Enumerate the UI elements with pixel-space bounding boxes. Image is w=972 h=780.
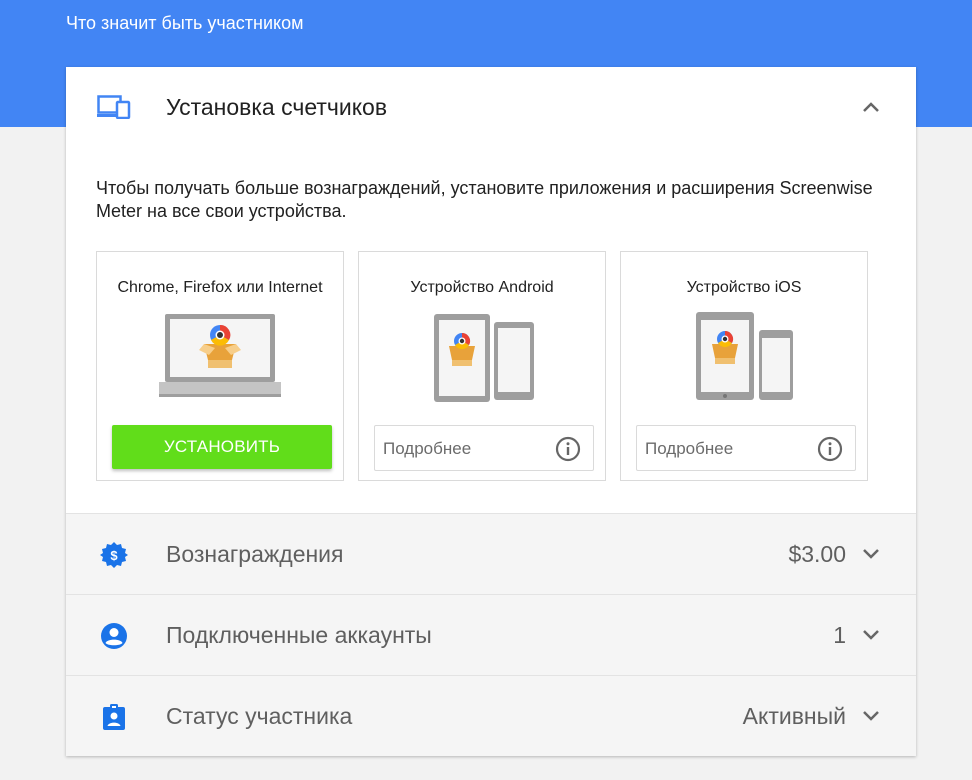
- member-status-label: Статус участника: [166, 703, 353, 729]
- more-info-button[interactable]: Подробнее: [374, 425, 594, 471]
- android-devices-illustration: [434, 314, 534, 402]
- chevron-up-icon[interactable]: [862, 101, 880, 113]
- laptop-illustration: [159, 314, 281, 397]
- install-panel-title: Установка счетчиков: [166, 94, 388, 120]
- page-title: Что значит быть участником: [66, 13, 304, 33]
- info-icon[interactable]: [817, 436, 843, 462]
- device-card-ios: Устройство iOS Подробнее: [620, 251, 868, 481]
- devices-icon: [97, 95, 131, 119]
- install-panel-header[interactable]: Установка счетчиков: [66, 67, 916, 147]
- device-title: Chrome, Firefox или Internet: [117, 279, 323, 296]
- connected-accounts-label: Подключенные аккаунты: [166, 622, 432, 648]
- install-description: Чтобы получать больше вознаграждений, ус…: [96, 178, 873, 221]
- connected-accounts-row[interactable]: Подключенные аккаунты 1: [66, 594, 916, 675]
- more-info-label: Подробнее: [645, 439, 734, 458]
- info-icon[interactable]: [555, 436, 581, 462]
- more-info-label: Подробнее: [383, 439, 472, 458]
- member-status-value: Активный: [742, 703, 846, 729]
- install-button[interactable]: УСТАНОВИТЬ: [112, 425, 332, 469]
- member-badge-icon: [103, 704, 125, 730]
- svg-text:$: $: [110, 548, 118, 563]
- chevron-down-icon[interactable]: [862, 548, 880, 560]
- rewards-row[interactable]: $ Вознаграждения $3.00: [66, 513, 916, 594]
- device-title: Устройство iOS: [686, 279, 802, 296]
- more-info-button[interactable]: Подробнее: [636, 425, 856, 471]
- rewards-value: $3.00: [788, 541, 846, 567]
- member-status-row[interactable]: Статус участника Активный: [66, 675, 916, 756]
- ios-devices-illustration: [696, 312, 793, 400]
- connected-accounts-value: 1: [833, 622, 846, 648]
- rewards-label: Вознаграждения: [166, 541, 344, 567]
- reward-badge-icon: $: [100, 542, 128, 568]
- account-circle-icon: [101, 623, 127, 649]
- chevron-down-icon[interactable]: [862, 710, 880, 722]
- chevron-down-icon[interactable]: [862, 629, 880, 641]
- device-card-android: Устройство Android Подробнее: [358, 251, 606, 481]
- device-card-browser: Chrome, Firefox или Internet УСТАНОВИТЬ: [96, 251, 344, 481]
- membership-card: Установка счетчиков Чтобы получать больш…: [66, 67, 916, 756]
- device-title: Устройство Android: [410, 279, 554, 296]
